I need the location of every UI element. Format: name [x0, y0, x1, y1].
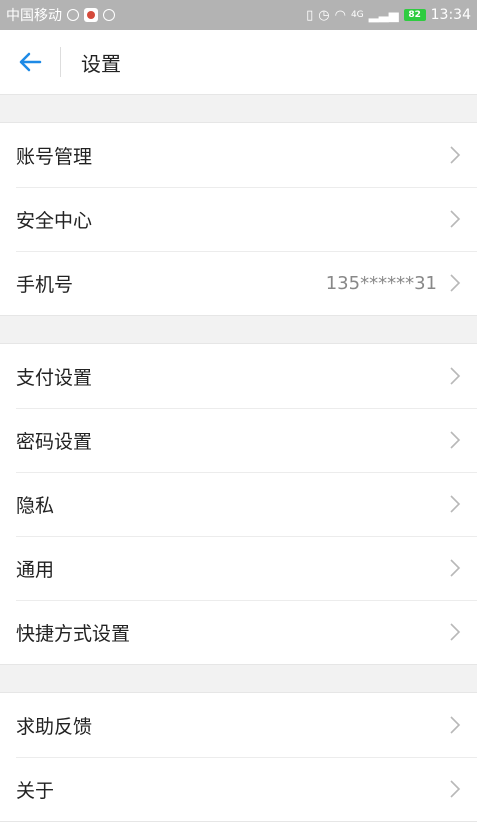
settings-item-label: 密码设置 [16, 430, 93, 453]
chevron-right-icon [449, 366, 461, 386]
alarm-icon: ◷ [318, 7, 330, 23]
battery-icon: 82 [403, 9, 426, 21]
settings-item-security-center[interactable]: 安全中心 [0, 187, 477, 251]
back-button[interactable] [0, 30, 60, 95]
page-title: 设置 [81, 51, 121, 76]
chevron-right-icon [449, 209, 461, 229]
settings-item-label: 求助反馈 [16, 715, 93, 738]
settings-item-label: 通用 [16, 558, 55, 581]
header: 设置 [0, 30, 477, 95]
chevron-right-icon [449, 145, 461, 165]
settings-item-label: 账号管理 [16, 145, 93, 168]
notification-icon [67, 9, 79, 21]
settings-item-shortcut-settings[interactable]: 快捷方式设置 [0, 600, 477, 664]
chevron-right-icon [449, 558, 461, 578]
settings-item-label: 关于 [16, 779, 55, 802]
back-arrow-icon [19, 52, 42, 72]
settings-item-label: 安全中心 [16, 209, 93, 232]
section-gap [0, 316, 477, 343]
settings-item-label: 支付设置 [16, 366, 93, 389]
chevron-right-icon [449, 779, 461, 799]
chevron-right-icon [449, 715, 461, 735]
battery-level: 82 [408, 10, 421, 20]
app-notification-icon [84, 8, 98, 22]
settings-item-account-management[interactable]: 账号管理 [0, 123, 477, 187]
settings-item-about[interactable]: 关于 [0, 757, 477, 821]
wifi-icon: ◠ [334, 7, 346, 23]
network-type-label: 4G [350, 10, 364, 20]
status-time: 13:34 [430, 7, 471, 23]
status-right: ▯ ◷ ◠ 4G ▂▃▅ 82 13:34 [306, 7, 471, 23]
section-gap [0, 665, 477, 692]
settings-item-phone-number[interactable]: 手机号 135******31 [0, 251, 477, 315]
settings-item-password-settings[interactable]: 密码设置 [0, 408, 477, 472]
chevron-right-icon [449, 494, 461, 514]
settings-item-payment-settings[interactable]: 支付设置 [0, 344, 477, 408]
settings-item-help-feedback[interactable]: 求助反馈 [0, 693, 477, 757]
settings-group-general: 支付设置 密码设置 隐私 通用 快捷方式设置 [0, 343, 477, 665]
settings-group-support: 求助反馈 关于 [0, 692, 477, 822]
status-left: 中国移动 [6, 5, 115, 25]
signal-icon: ▂▃▅ [368, 7, 399, 23]
chevron-right-icon [449, 273, 461, 293]
status-bar: 中国移动 ▯ ◷ ◠ 4G ▂▃▅ 82 13:34 [0, 0, 477, 30]
settings-item-privacy[interactable]: 隐私 [0, 472, 477, 536]
settings-item-label: 手机号 [16, 273, 74, 296]
settings-item-label: 隐私 [16, 494, 55, 517]
location-icon [103, 9, 115, 21]
settings-item-label: 快捷方式设置 [16, 622, 131, 645]
phone-number-value: 135******31 [325, 272, 437, 294]
section-gap [0, 95, 477, 122]
chevron-right-icon [449, 430, 461, 450]
carrier-label: 中国移动 [6, 8, 62, 24]
chevron-right-icon [449, 622, 461, 642]
settings-list: 账号管理 安全中心 手机号 135******31 支付设置 密码设置 隐私 通… [0, 95, 477, 822]
settings-group-account: 账号管理 安全中心 手机号 135******31 [0, 122, 477, 316]
settings-item-general[interactable]: 通用 [0, 536, 477, 600]
header-divider [60, 47, 61, 77]
vibrate-icon: ▯ [306, 7, 314, 23]
